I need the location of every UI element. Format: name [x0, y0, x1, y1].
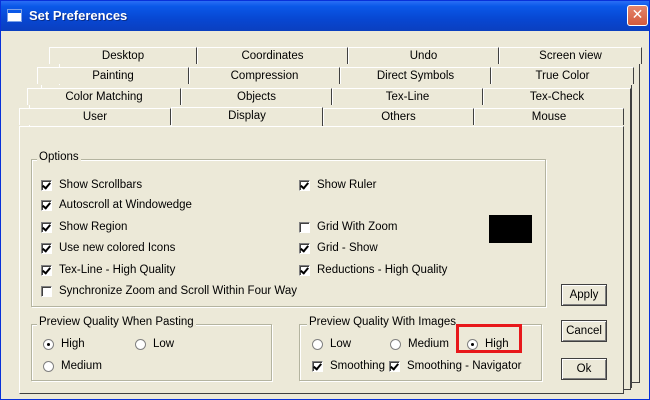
tab-objects[interactable]: Objects [181, 88, 332, 105]
tab-coordinates[interactable]: Coordinates [197, 47, 348, 64]
cancel-button[interactable]: Cancel [561, 320, 607, 342]
smoothing-navigator-checkbox[interactable]: Smoothing - Navigator [389, 359, 521, 373]
checkbox-box [312, 360, 323, 372]
checkbox-box [299, 221, 310, 233]
checkbox-label: Synchronize Zoom and Scroll Within Four … [59, 285, 297, 297]
checkbox-box [299, 242, 310, 254]
paste-quality-label: Preview Quality When Pasting [37, 316, 196, 328]
checkbox-box [41, 264, 52, 276]
tab-others[interactable]: Others [323, 108, 474, 125]
radio-dot [312, 338, 323, 350]
radio-label: Medium [408, 338, 449, 350]
title-bar[interactable]: Set Preferences ✕ [1, 1, 649, 31]
image-low-radio[interactable]: Low [312, 337, 351, 351]
checkbox-label: Tex-Line - High Quality [59, 264, 176, 276]
checkbox-label: Show Scrollbars [59, 179, 143, 191]
tab-desktop[interactable]: Desktop [49, 47, 197, 64]
options-group-label: Options [37, 151, 81, 163]
checkbox-label: Reductions - High Quality [317, 264, 448, 276]
window-icon [7, 9, 22, 22]
checkbox-box [41, 199, 52, 211]
tab-direct-symbols[interactable]: Direct Symbols [340, 67, 491, 84]
radio-label: High [61, 338, 85, 350]
tab-compression[interactable]: Compression [189, 67, 340, 84]
grid-with-zoom-checkbox[interactable]: Grid With Zoom [299, 220, 398, 234]
tab-display[interactable]: Display [171, 107, 323, 126]
tex-line-quality-checkbox[interactable]: Tex-Line - High Quality [41, 263, 175, 277]
image-quality-label: Preview Quality With Images [307, 316, 458, 328]
tab-undo[interactable]: Undo [348, 47, 499, 64]
autoscroll-checkbox[interactable]: Autoscroll at Windowedge [41, 198, 192, 212]
tab-painting[interactable]: Painting [37, 67, 189, 84]
paste-high-radio[interactable]: High [43, 337, 85, 351]
radio-dot [43, 338, 54, 350]
checkbox-label: Smoothing - Navigator [407, 360, 522, 372]
tab-user[interactable]: User [19, 108, 171, 125]
tab-mouse[interactable]: Mouse [474, 108, 624, 125]
radio-label: Low [153, 338, 175, 350]
window-title: Set Preferences [29, 8, 128, 23]
show-scrollbars-checkbox[interactable]: Show Scrollbars [41, 178, 142, 192]
apply-button[interactable]: Apply [561, 284, 607, 306]
checkbox-box [41, 242, 52, 254]
high-option-highlight [456, 324, 522, 353]
paste-low-radio[interactable]: Low [135, 337, 174, 351]
colored-icons-checkbox[interactable]: Use new colored Icons [41, 241, 175, 255]
checkbox-box [41, 285, 52, 297]
checkbox-label: Autoscroll at Windowedge [59, 199, 192, 211]
checkbox-box [299, 264, 310, 276]
radio-label: Medium [61, 360, 102, 372]
checkbox-label: Show Ruler [317, 179, 377, 191]
smoothing-checkbox[interactable]: Smoothing [312, 359, 385, 373]
color-swatch[interactable] [489, 215, 532, 243]
tab-color-matching[interactable]: Color Matching [27, 88, 181, 105]
checkbox-box [41, 221, 52, 233]
tab-tex-check[interactable]: Tex-Check [483, 88, 631, 105]
checkbox-box [41, 179, 52, 191]
checkbox-label: Use new colored Icons [59, 242, 176, 254]
grid-show-checkbox[interactable]: Grid - Show [299, 241, 378, 255]
close-button[interactable]: ✕ [627, 5, 648, 26]
paste-medium-radio[interactable]: Medium [43, 359, 102, 373]
reductions-quality-checkbox[interactable]: Reductions - High Quality [299, 263, 447, 277]
tab-screen-view[interactable]: Screen view [499, 47, 642, 64]
checkbox-box [389, 360, 400, 372]
checkbox-label: Grid - Show [317, 242, 378, 254]
synchronize-zoom-checkbox[interactable]: Synchronize Zoom and Scroll Within Four … [41, 284, 297, 298]
ok-button[interactable]: Ok [561, 358, 607, 380]
show-ruler-checkbox[interactable]: Show Ruler [299, 178, 376, 192]
radio-dot [135, 338, 146, 350]
checkbox-label: Smoothing [330, 360, 385, 372]
radio-label: Low [330, 338, 352, 350]
tab-tex-line[interactable]: Tex-Line [332, 88, 483, 105]
radio-dot [390, 338, 401, 350]
checkbox-box [299, 179, 310, 191]
checkbox-label: Grid With Zoom [317, 221, 398, 233]
image-medium-radio[interactable]: Medium [390, 337, 449, 351]
preferences-window: Set Preferences ✕ Desktop Coordinates Un… [0, 0, 650, 400]
radio-dot [43, 360, 54, 372]
tab-true-color[interactable]: True Color [491, 67, 634, 84]
checkbox-label: Show Region [59, 221, 128, 233]
show-region-checkbox[interactable]: Show Region [41, 220, 127, 234]
